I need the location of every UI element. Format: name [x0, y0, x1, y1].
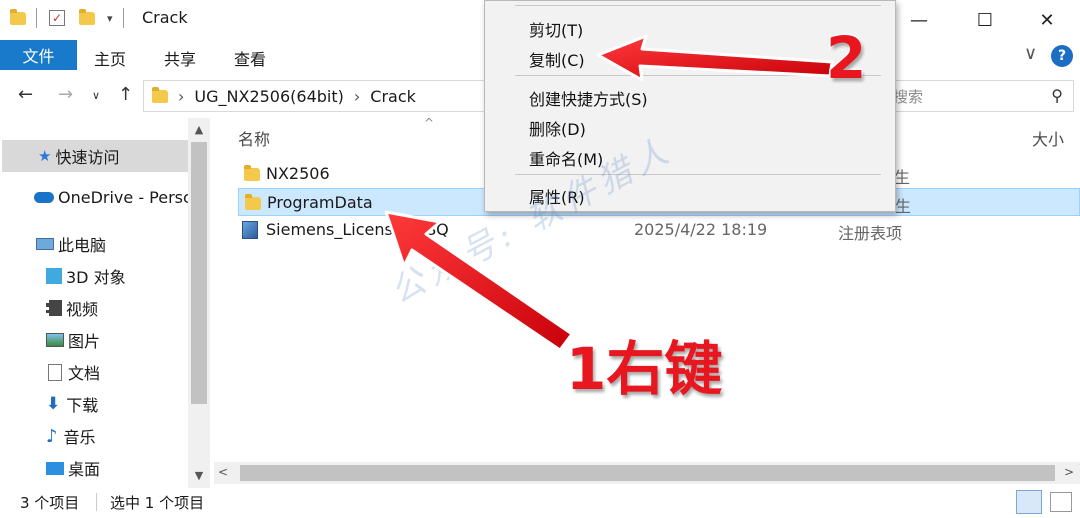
file-name: ProgramData: [267, 193, 373, 212]
scroll-up-icon[interactable]: ▲: [188, 118, 210, 140]
recent-locations-chevron-icon[interactable]: ∨: [92, 89, 100, 102]
nav-item-label: 快速访问: [55, 148, 120, 167]
customize-toolbar-icon[interactable]: ▾: [107, 12, 113, 25]
nav-item-label: 桌面: [68, 460, 101, 479]
music-note-icon: ♪: [46, 425, 58, 447]
nav-item-this-pc[interactable]: 此电脑: [36, 232, 106, 256]
nav-item-label: 视频: [66, 300, 99, 319]
annotation-step1-right-click: 1右键: [564, 334, 723, 405]
large-icons-view-icon[interactable]: [1050, 492, 1072, 512]
sort-ascending-icon: ^: [424, 116, 435, 130]
nav-item-downloads[interactable]: ⬇ 下载: [46, 392, 98, 416]
nav-item-3d-objects[interactable]: 3D 对象: [46, 264, 126, 288]
back-arrow-icon[interactable]: ←: [18, 84, 33, 105]
tab-file[interactable]: 文件: [0, 40, 77, 70]
document-icon: [48, 363, 62, 381]
nav-item-videos[interactable]: 视频: [46, 296, 98, 320]
window-title: Crack: [142, 8, 188, 27]
nav-item-desktop[interactable]: 桌面: [46, 456, 100, 480]
scroll-down-icon[interactable]: ▼: [188, 464, 210, 486]
nav-item-onedrive[interactable]: OneDrive - Persc: [34, 188, 192, 207]
scroll-left-icon[interactable]: <: [218, 465, 228, 479]
selected-count: 选中 1 个项目: [110, 494, 205, 512]
nav-item-label: 下载: [66, 396, 99, 415]
tab-home[interactable]: 主页: [94, 46, 126, 70]
new-folder-icon[interactable]: [79, 8, 95, 25]
cloud-icon: [34, 192, 54, 203]
properties-check-icon[interactable]: ✓: [49, 10, 65, 26]
nav-item-documents[interactable]: 文档: [46, 360, 100, 384]
item-count: 3 个项目: [20, 494, 80, 512]
divider: [36, 8, 37, 28]
table-row[interactable]: Siemens_Licensin SQ 2025/4/22 18:19 注册表项: [238, 216, 1080, 244]
folder-icon: [245, 194, 261, 210]
column-header-size[interactable]: 大小: [1032, 126, 1064, 150]
scrollbar-thumb[interactable]: [240, 465, 1055, 481]
nav-item-music[interactable]: ♪ 音乐: [46, 424, 96, 448]
navigation-pane: ★ 快速访问 OneDrive - Persc 此电脑 3D 对象 视频 图片 …: [0, 118, 212, 488]
search-icon[interactable]: ⚲: [1051, 86, 1063, 105]
help-icon[interactable]: ?: [1051, 45, 1073, 67]
maximize-button[interactable]: ☐: [962, 0, 1008, 40]
forward-arrow-icon[interactable]: →: [58, 84, 73, 105]
menu-separator: [515, 5, 881, 6]
nav-item-pictures[interactable]: 图片: [46, 328, 100, 352]
details-view-icon[interactable]: [1016, 490, 1042, 514]
search-placeholder: 搜索: [893, 87, 924, 106]
folder-icon: [10, 8, 26, 25]
tab-share[interactable]: 共享: [164, 46, 196, 70]
up-arrow-icon[interactable]: ↑: [118, 84, 133, 105]
tab-view[interactable]: 查看: [234, 46, 266, 70]
file-name: Siemens_Licensin: [266, 220, 408, 239]
cube-icon: [46, 268, 62, 284]
folder-icon: [152, 86, 168, 103]
file-date: 2025/4/22 18:19: [634, 220, 768, 239]
horizontal-scrollbar[interactable]: < >: [214, 462, 1080, 484]
annotation-step2: 2: [824, 23, 867, 94]
file-type: 生: [894, 168, 911, 187]
status-bar: 3 个项目 选中 1 个项目: [0, 488, 1080, 518]
divider: [122, 8, 124, 28]
nav-item-label: 3D 对象: [66, 268, 126, 287]
menu-item-delete[interactable]: 删除(D): [529, 116, 586, 140]
nav-item-label: 音乐: [63, 428, 96, 447]
quick-access-toolbar: ✓ ▾: [10, 8, 124, 28]
scrollbar-thumb[interactable]: [191, 142, 207, 404]
expand-ribbon-chevron-icon[interactable]: ∨: [1024, 43, 1037, 64]
registry-file-icon: [242, 221, 258, 239]
folder-icon: [244, 165, 260, 181]
nav-item-label: 图片: [68, 332, 101, 351]
breadcrumb-ug-nx2506[interactable]: UG_NX2506(64bit): [194, 87, 343, 106]
breadcrumb-crack[interactable]: Crack: [370, 87, 416, 106]
minimize-button[interactable]: —: [896, 0, 942, 40]
picture-icon: [46, 333, 64, 347]
close-button[interactable]: ✕: [1024, 0, 1070, 40]
film-icon: [46, 300, 62, 316]
desktop-icon: [46, 461, 64, 475]
menu-item-create-shortcut[interactable]: 创建快捷方式(S): [529, 86, 648, 110]
computer-icon: [36, 238, 54, 250]
nav-pane-scrollbar[interactable]: ▲ ▼: [188, 118, 210, 488]
scroll-right-icon[interactable]: >: [1064, 465, 1074, 479]
breadcrumb-separator-icon[interactable]: ›: [178, 87, 184, 106]
menu-item-copy[interactable]: 复制(C): [529, 47, 585, 71]
nav-item-label: 此电脑: [58, 236, 107, 255]
download-arrow-icon: ⬇: [46, 394, 61, 414]
menu-item-cut[interactable]: 剪切(T): [529, 17, 583, 41]
file-type: 注册表项: [838, 224, 903, 243]
search-input[interactable]: 搜索 ⚲: [884, 80, 1074, 112]
nav-item-quick-access[interactable]: ★ 快速访问: [2, 140, 188, 172]
file-type: 生: [895, 197, 912, 216]
breadcrumb-separator-icon[interactable]: ›: [354, 87, 360, 106]
divider: [96, 493, 97, 511]
nav-item-label: OneDrive - Persc: [58, 188, 192, 207]
star-icon: ★: [38, 147, 52, 165]
nav-item-label: 文档: [68, 364, 101, 383]
column-header-name[interactable]: 名称: [238, 126, 270, 150]
file-name: NX2506: [266, 164, 330, 183]
